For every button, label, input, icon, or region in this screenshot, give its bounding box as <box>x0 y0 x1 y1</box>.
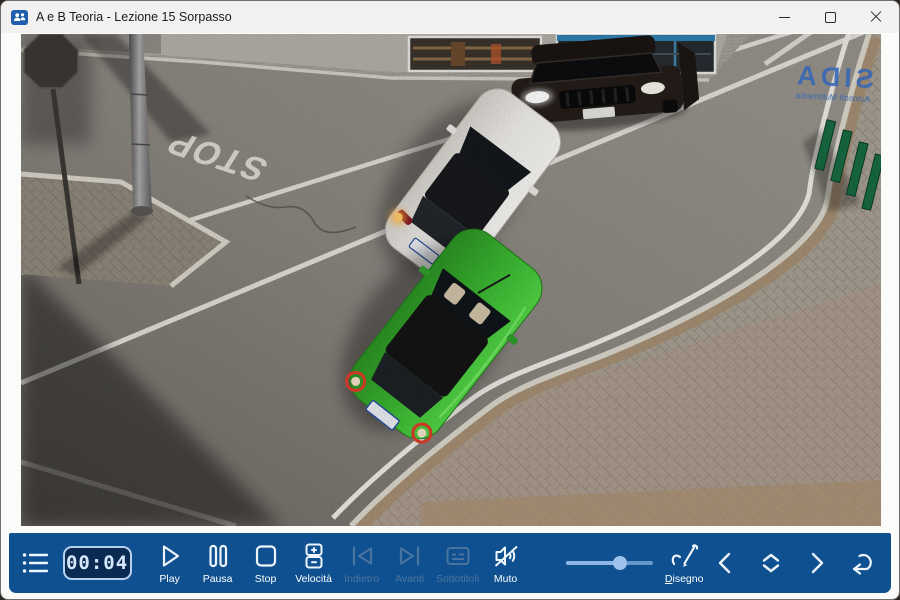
maximize-icon <box>825 12 836 23</box>
next-button[interactable] <box>799 545 835 581</box>
playback-toolbar: 00:04 Play Pausa Stop <box>9 533 891 593</box>
pause-icon <box>204 542 232 570</box>
return-arrow-icon <box>848 549 878 577</box>
stop-icon <box>252 542 280 570</box>
volume-fill <box>566 561 620 565</box>
muted-speaker-icon <box>492 542 520 570</box>
elapsed-time-display: 00:04 <box>63 546 132 580</box>
list-icon <box>20 549 50 577</box>
lesson-video[interactable]: STOP SIDA Autosoft Mul <box>21 34 881 526</box>
app-window: A e B Teoria - Lezione 15 Sorpasso <box>0 0 900 600</box>
play-icon <box>156 542 184 570</box>
volume-thumb[interactable] <box>613 556 627 570</box>
previous-button[interactable] <box>707 545 743 581</box>
close-icon <box>870 11 882 23</box>
speed-button[interactable]: Velocità <box>290 542 338 585</box>
minimize-button[interactable] <box>761 1 807 33</box>
chevron-left-icon <box>712 549 738 577</box>
people-app-icon <box>11 10 28 25</box>
forward-button[interactable]: Avanti <box>386 542 434 585</box>
chevron-up-down-icon <box>757 549 785 577</box>
titlebar[interactable]: A e B Teoria - Lezione 15 Sorpasso <box>1 1 899 33</box>
stop-button[interactable]: Stop <box>242 542 290 585</box>
expand-collapse-button[interactable] <box>753 545 789 581</box>
skip-back-icon <box>348 542 376 570</box>
back-button[interactable]: Indietro <box>338 542 386 585</box>
pen-draw-icon <box>669 542 699 570</box>
subtitles-icon <box>444 542 472 570</box>
maximize-button[interactable] <box>807 1 853 33</box>
playlist-button[interactable] <box>19 546 51 580</box>
return-button[interactable] <box>845 545 881 581</box>
skip-forward-icon <box>396 542 424 570</box>
speed-plus-minus-icon <box>300 542 328 570</box>
play-button[interactable]: Play <box>146 542 194 585</box>
minimize-icon <box>779 17 790 18</box>
volume-slider[interactable] <box>566 556 654 570</box>
draw-button[interactable]: Disegno <box>661 542 707 585</box>
pause-button[interactable]: Pausa <box>194 542 242 585</box>
mute-button[interactable]: Muto <box>482 542 530 585</box>
subtitles-button[interactable]: Sottotitoli <box>434 542 482 585</box>
close-button[interactable] <box>853 1 899 33</box>
chevron-right-icon <box>804 549 830 577</box>
window-title: A e B Teoria - Lezione 15 Sorpasso <box>36 10 232 24</box>
